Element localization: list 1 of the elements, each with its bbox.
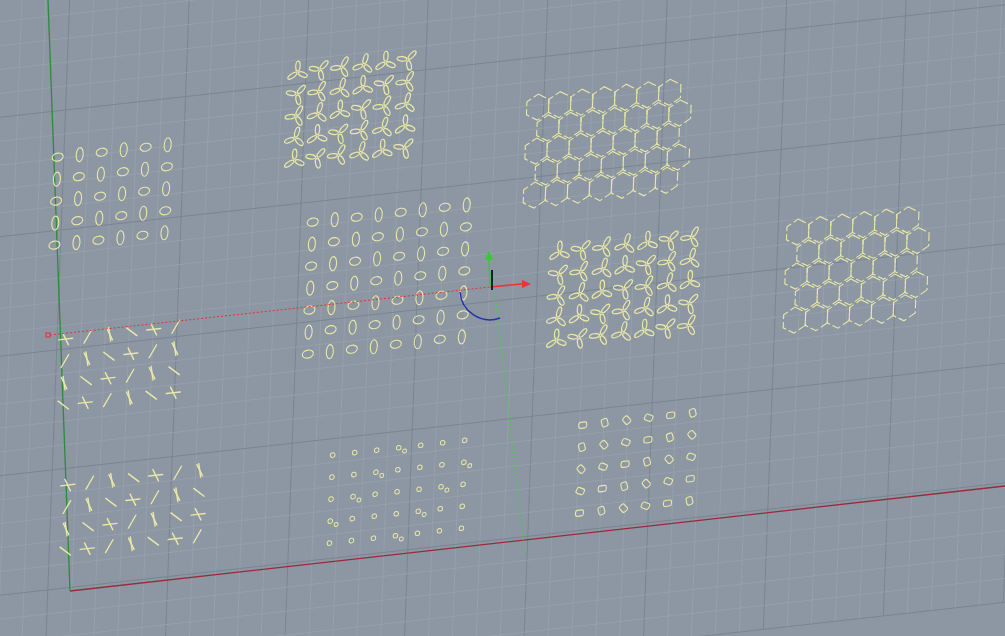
gumball-drawing <box>459 251 531 321</box>
